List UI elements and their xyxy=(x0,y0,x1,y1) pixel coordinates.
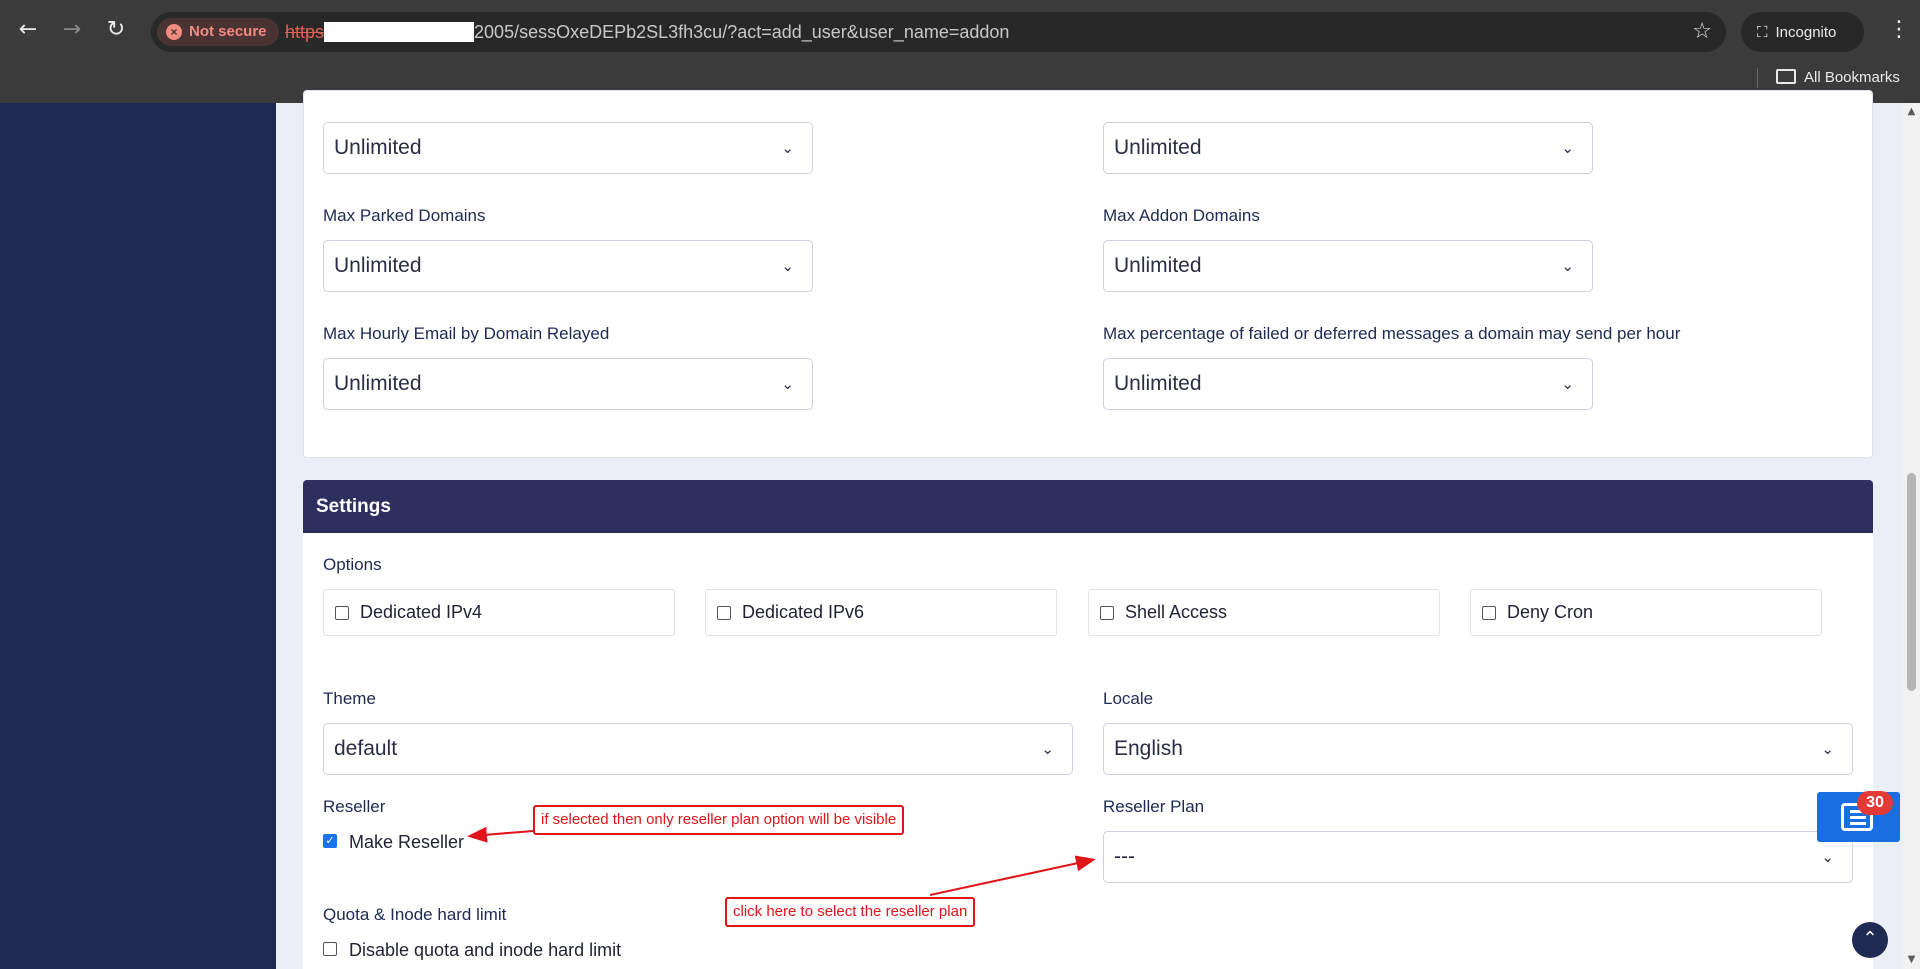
scrollbar-thumb[interactable] xyxy=(1907,473,1916,691)
scroll-up-arrow-icon[interactable]: ▲ xyxy=(1906,106,1917,117)
notification-badge: 30 xyxy=(1857,791,1893,815)
page-scrollbar[interactable]: ▲ ▼ xyxy=(1903,103,1920,969)
scroll-to-top-button[interactable]: ⌃ xyxy=(1852,922,1888,958)
scroll-down-arrow-icon[interactable]: ▼ xyxy=(1906,954,1917,965)
reseller-arrow xyxy=(467,826,534,843)
annotation-arrows xyxy=(467,826,1096,896)
plan-arrow xyxy=(929,855,1096,896)
